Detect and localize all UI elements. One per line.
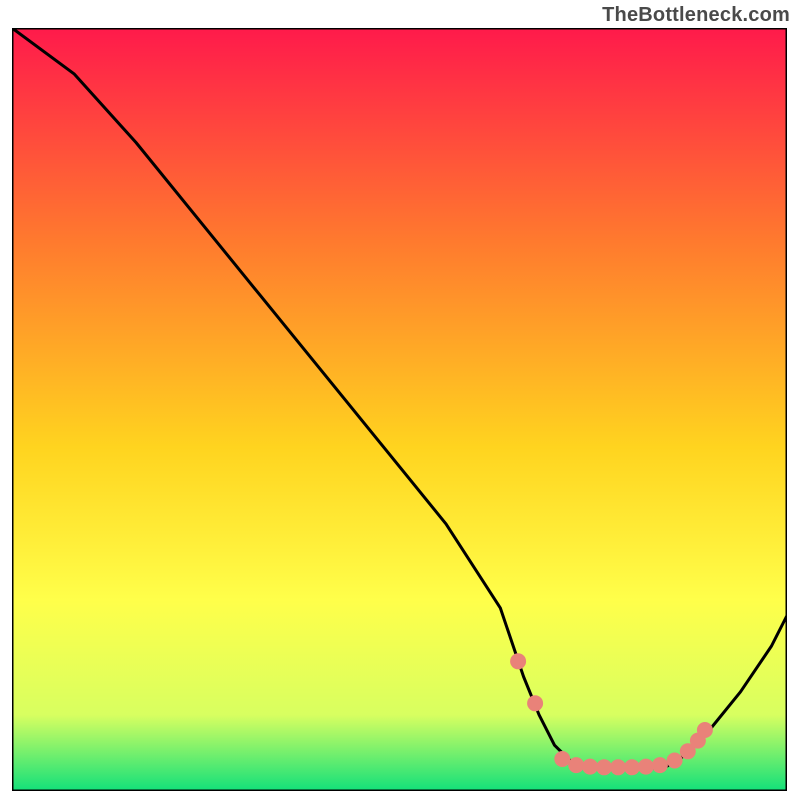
chart-container: TheBottleneck.com xyxy=(0,0,800,800)
highlight-dot xyxy=(697,722,713,738)
highlight-dot xyxy=(568,757,584,773)
highlight-dot xyxy=(624,759,640,775)
gradient-background xyxy=(12,28,787,791)
highlight-dot xyxy=(652,757,668,773)
highlight-dot xyxy=(667,753,683,769)
highlight-dot xyxy=(638,759,654,775)
highlight-dot xyxy=(527,695,543,711)
highlight-dot xyxy=(596,759,612,775)
highlight-dot xyxy=(582,759,598,775)
highlight-dot xyxy=(610,759,626,775)
plot-area xyxy=(12,28,787,791)
attribution-text: TheBottleneck.com xyxy=(602,4,790,27)
highlight-dot xyxy=(510,653,526,669)
highlight-dot xyxy=(554,751,570,767)
bottleneck-chart-svg xyxy=(12,28,787,791)
